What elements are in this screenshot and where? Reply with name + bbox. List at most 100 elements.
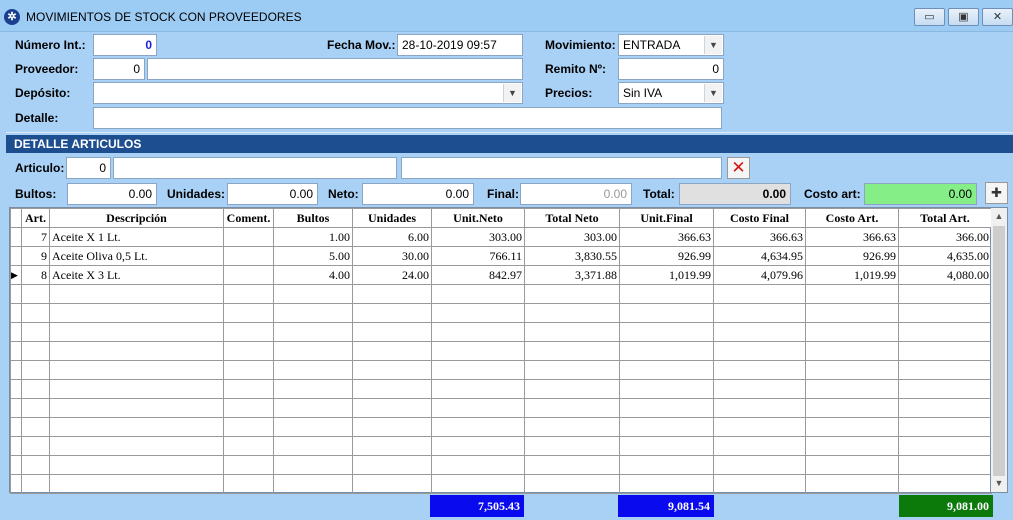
precios-select[interactable]: Sin IVA ▼	[618, 82, 724, 104]
cell-desc[interactable]	[49, 284, 224, 304]
remito-field[interactable]: 0	[618, 58, 724, 80]
cell-costo-art[interactable]	[805, 284, 899, 304]
column-header[interactable]: Costo Art.	[805, 208, 899, 228]
cell-unit-neto[interactable]	[431, 379, 525, 399]
cell-total-neto[interactable]	[524, 455, 620, 475]
bultos-field[interactable]: 0.00	[67, 183, 157, 205]
proveedor-code-field[interactable]: 0	[93, 58, 145, 80]
cell-bultos[interactable]	[273, 398, 353, 418]
cell-bultos[interactable]: 4.00	[273, 265, 353, 285]
cell-unidades[interactable]	[352, 322, 432, 342]
cell-costo-art[interactable]	[805, 322, 899, 342]
cell-art[interactable]: 9	[21, 246, 50, 266]
cell-unit-final[interactable]	[619, 284, 714, 304]
cell-total-art[interactable]	[898, 379, 992, 399]
column-header[interactable]: Descripción	[49, 208, 224, 228]
cell-coment[interactable]	[223, 341, 274, 361]
fecha-field[interactable]: 28-10-2019 09:57	[397, 34, 523, 56]
cell-coment[interactable]	[223, 417, 274, 437]
cell-desc[interactable]: Aceite Oliva 0,5 Lt.	[49, 246, 224, 266]
cell-costo-art[interactable]: 1,019.99	[805, 265, 899, 285]
cell-bultos[interactable]: 5.00	[273, 246, 353, 266]
cell-total-neto[interactable]	[524, 303, 620, 323]
cell-costo-final[interactable]: 4,634.95	[713, 246, 806, 266]
cell-costo-final[interactable]: 366.63	[713, 227, 806, 247]
column-header[interactable]: Bultos	[273, 208, 353, 228]
cell-unidades[interactable]	[352, 284, 432, 304]
cell-unit-neto[interactable]: 766.11	[431, 246, 525, 266]
cell-art[interactable]	[21, 455, 50, 475]
cell-desc[interactable]	[49, 303, 224, 323]
cell-unit-final[interactable]: 366.63	[619, 227, 714, 247]
movimiento-select[interactable]: ENTRADA ▼	[618, 34, 724, 56]
cell-costo-final[interactable]	[713, 360, 806, 380]
cell-unidades[interactable]	[352, 398, 432, 418]
final-field[interactable]: 0.00	[520, 183, 632, 205]
column-header[interactable]: Total Art.	[898, 208, 992, 228]
cell-total-neto[interactable]	[524, 436, 620, 456]
table-row[interactable]: ▶ 8 Aceite X 3 Lt. 4.00 24.00 842.97 3,371.88 1…	[10, 265, 992, 285]
articulo-code-field[interactable]: 0	[66, 157, 111, 179]
deposito-select[interactable]: ▼	[93, 82, 523, 104]
cell-bultos[interactable]	[273, 341, 353, 361]
cell-unidades[interactable]	[352, 455, 432, 475]
cell-unit-final[interactable]	[619, 303, 714, 323]
cell-costo-art[interactable]	[805, 436, 899, 456]
cell-costo-final[interactable]	[713, 474, 806, 494]
empty-row[interactable]	[10, 417, 992, 437]
cell-unidades[interactable]	[352, 341, 432, 361]
cell-total-neto[interactable]	[524, 474, 620, 494]
cell-costo-final[interactable]	[713, 417, 806, 437]
cell-unit-neto[interactable]	[431, 303, 525, 323]
articulo-extra-field[interactable]	[401, 157, 722, 179]
empty-row[interactable]	[10, 341, 992, 361]
cell-unit-neto[interactable]	[431, 474, 525, 494]
cell-bultos[interactable]	[273, 436, 353, 456]
cell-art[interactable]	[21, 417, 50, 437]
cell-costo-art[interactable]: 926.99	[805, 246, 899, 266]
cell-unit-final[interactable]	[619, 417, 714, 437]
cell-art[interactable]	[21, 398, 50, 418]
cell-art[interactable]	[21, 360, 50, 380]
cell-costo-art[interactable]	[805, 417, 899, 437]
cell-coment[interactable]	[223, 379, 274, 399]
cell-total-neto[interactable]	[524, 322, 620, 342]
cell-bultos[interactable]	[273, 474, 353, 494]
cell-unit-neto[interactable]	[431, 341, 525, 361]
cell-bultos[interactable]	[273, 360, 353, 380]
cell-total-art[interactable]	[898, 455, 992, 475]
minimize-button[interactable]: ▭	[914, 8, 945, 26]
cell-total-art[interactable]	[898, 417, 992, 437]
empty-row[interactable]	[10, 303, 992, 323]
cell-coment[interactable]	[223, 455, 274, 475]
cell-bultos[interactable]	[273, 284, 353, 304]
cell-costo-final[interactable]	[713, 398, 806, 418]
cell-desc[interactable]	[49, 360, 224, 380]
restore-button[interactable]: ▣	[948, 8, 979, 26]
scroll-thumb[interactable]	[993, 226, 1005, 476]
detalle-field[interactable]	[93, 107, 722, 129]
cell-desc[interactable]	[49, 341, 224, 361]
cell-total-art[interactable]	[898, 436, 992, 456]
cell-bultos[interactable]	[273, 455, 353, 475]
cell-art[interactable]	[21, 474, 50, 494]
cell-unidades[interactable]	[352, 474, 432, 494]
chevron-down-icon[interactable]: ▼	[704, 84, 722, 102]
cell-costo-art[interactable]	[805, 341, 899, 361]
cell-art[interactable]	[21, 436, 50, 456]
cell-art[interactable]	[21, 284, 50, 304]
scroll-up-icon[interactable]: ▲	[991, 208, 1007, 225]
cell-unit-final[interactable]: 926.99	[619, 246, 714, 266]
cell-total-neto[interactable]	[524, 398, 620, 418]
cell-total-neto[interactable]	[524, 360, 620, 380]
unidades-field[interactable]: 0.00	[227, 183, 318, 205]
cell-art[interactable]	[21, 341, 50, 361]
cell-unidades[interactable]	[352, 360, 432, 380]
plus-icon[interactable]: ✚	[985, 182, 1008, 204]
cell-costo-final[interactable]	[713, 303, 806, 323]
cell-desc[interactable]: Aceite X 1 Lt.	[49, 227, 224, 247]
cell-art[interactable]: 7	[21, 227, 50, 247]
cell-costo-final[interactable]	[713, 341, 806, 361]
cell-unit-neto[interactable]	[431, 417, 525, 437]
cell-costo-final[interactable]: 4,079.96	[713, 265, 806, 285]
